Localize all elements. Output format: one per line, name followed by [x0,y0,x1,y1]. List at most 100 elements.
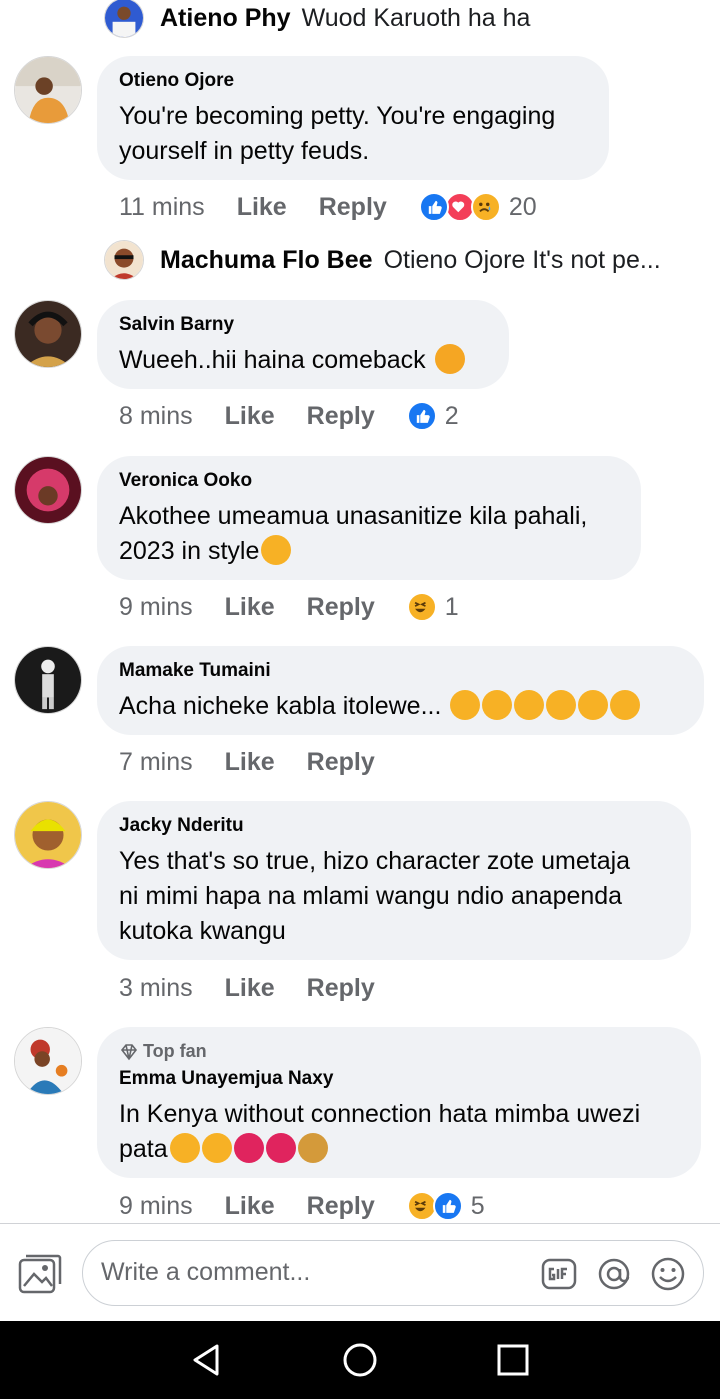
like-button[interactable]: Like [225,1192,275,1221]
comment-bubble[interactable]: Salvin Barny Wueeh..hii haina comeback [97,300,509,389]
comment-text-line: Acha nicheke kabla itolewe... [119,692,442,720]
reply-button[interactable]: Reply [307,748,375,777]
comment-author[interactable]: Emma Unayemjua Naxy [119,1068,679,1090]
like-reaction-icon [418,192,449,222]
comment-time[interactable]: 11 mins [119,193,205,222]
reaction-count: 20 [508,192,537,221]
comment-text-line: Yes that's so true, hizo character zote … [119,847,631,875]
comment-time[interactable]: 9 mins [119,1192,193,1221]
comment-time[interactable]: 8 mins [119,402,193,431]
reaction-count: 2 [444,401,459,430]
dancer-emoji-icon [233,1133,264,1163]
comment-bubble[interactable]: Otieno Ojore You're becoming petty. You'… [97,56,609,180]
comment-text-line: You're becoming petty. You're engaging [119,102,556,130]
comment-text-line: pata [119,1135,168,1163]
gif-icon[interactable] [541,1257,577,1291]
avatar[interactable] [14,456,82,524]
back-icon[interactable] [187,1341,225,1379]
comment-input[interactable]: Write a comment... [82,1240,704,1306]
comment-time[interactable]: 9 mins [119,593,193,622]
rolling-laughing-emoji-icon [610,690,641,720]
comment-author[interactable]: Veronica Ooko [119,470,619,492]
comment-text: In Kenya without connection hata mimba u… [119,1097,679,1167]
comment-text-line: Wueeh..hii haina comeback [119,346,426,374]
mention-icon[interactable] [596,1257,632,1291]
comment-composer: Write a comment... [0,1224,720,1321]
comment-text-line: ni mimi hapa na mlami wangu ndio anapend… [119,882,623,910]
like-reaction-icon [406,401,437,431]
avatar[interactable] [14,646,82,714]
reactions[interactable]: 5 [406,1191,485,1221]
reply-author-name[interactable]: Atieno Phy [160,4,291,33]
reply-author-name[interactable]: Machuma Flo Bee [160,246,373,275]
comment-bubble[interactable]: Jacky Nderitu Yes that's so true, hizo c… [97,801,691,960]
comment-text-line: 2023 in style [119,537,260,565]
comment-meta: 8 mins Like Reply 2 [119,396,459,436]
smiling-hearts-emoji-icon [261,535,292,565]
avatar[interactable] [14,801,82,869]
comment-text-line: kutoka kwangu [119,917,286,945]
comment-bubble[interactable]: Veronica Ooko Akothee umeamua unasanitiz… [97,456,641,580]
comment-text-line: In Kenya without connection hata mimba u… [119,1100,641,1128]
reply-button[interactable]: Reply [307,593,375,622]
avatar[interactable] [14,56,82,124]
comment-time[interactable]: 3 mins [119,974,193,1003]
sunglasses-emoji-icon [201,1133,232,1163]
comment-text: Akothee umeamua unasanitize kila pahali,… [119,499,619,569]
comment-meta: 9 mins Like Reply 5 [119,1186,485,1226]
comment-author[interactable]: Salvin Barny [119,314,487,336]
reactions[interactable]: 20 [418,192,537,222]
rolling-laughing-emoji-icon [578,690,609,720]
reply-text: Otieno Ojore It's not pe... [383,245,661,274]
avatar[interactable] [14,300,82,368]
photo-icon[interactable] [18,1254,62,1294]
like-button[interactable]: Like [225,402,275,431]
recents-icon[interactable] [494,1341,532,1379]
badge-label: Top fan [143,1041,207,1061]
home-icon[interactable] [341,1341,379,1379]
comment-author[interactable]: Jacky Nderitu [119,815,669,837]
like-button[interactable]: Like [237,193,287,222]
like-button[interactable]: Like [225,974,275,1003]
woman-emoji-icon [434,344,465,374]
android-nav-bar [0,1321,720,1399]
like-reaction-icon [432,1191,463,1221]
like-button[interactable]: Like [225,748,275,777]
reply-button[interactable]: Reply [307,974,375,1003]
comment-input-placeholder: Write a comment... [101,1258,311,1286]
diamond-icon [120,1043,138,1060]
reaction-count: 5 [470,1191,485,1220]
comment-author[interactable]: Mamake Tumaini [119,660,682,682]
reply-preview[interactable]: Machuma Flo Bee Otieno Ojore It's not pe… [104,240,661,280]
comment-text-line: yourself in petty feuds. [119,137,370,165]
comment-text: Acha nicheke kabla itolewe... [119,689,682,724]
avatar[interactable] [104,0,144,38]
comment-meta: 3 mins Like Reply [119,968,407,1008]
reactions[interactable]: 2 [406,401,459,431]
comment-time[interactable]: 7 mins [119,748,193,777]
reactions[interactable]: 1 [406,592,459,622]
emoji-icon[interactable] [650,1257,686,1291]
rolling-laughing-emoji-icon [450,690,481,720]
reply-button[interactable]: Reply [319,193,387,222]
cartwheel-emoji-icon [297,1133,328,1163]
rolling-laughing-emoji-icon [482,690,513,720]
comment-bubble[interactable]: Top fan Emma Unayemjua Naxy In Kenya wit… [97,1027,701,1178]
haha-reaction-icon [406,592,437,622]
comment-author[interactable]: Otieno Ojore [119,70,587,92]
avatar[interactable] [14,1027,82,1095]
sad-reaction-icon [470,192,501,222]
avatar[interactable] [104,240,144,280]
dancer-emoji-icon [265,1133,296,1163]
comment-meta: 9 mins Like Reply 1 [119,587,459,627]
like-button[interactable]: Like [225,593,275,622]
comment-bubble[interactable]: Mamake Tumaini Acha nicheke kabla itolew… [97,646,704,735]
sunglasses-emoji-icon [169,1133,200,1163]
reply-preview-top[interactable]: Atieno Phy Wuod Karuoth ha ha [104,0,530,38]
comment-text: Wueeh..hii haina comeback [119,343,487,378]
rolling-laughing-emoji-icon [546,690,577,720]
reply-button[interactable]: Reply [307,1192,375,1221]
reply-button[interactable]: Reply [307,402,375,431]
reaction-count: 1 [444,592,459,621]
comment-text: You're becoming petty. You're engaging y… [119,99,587,169]
